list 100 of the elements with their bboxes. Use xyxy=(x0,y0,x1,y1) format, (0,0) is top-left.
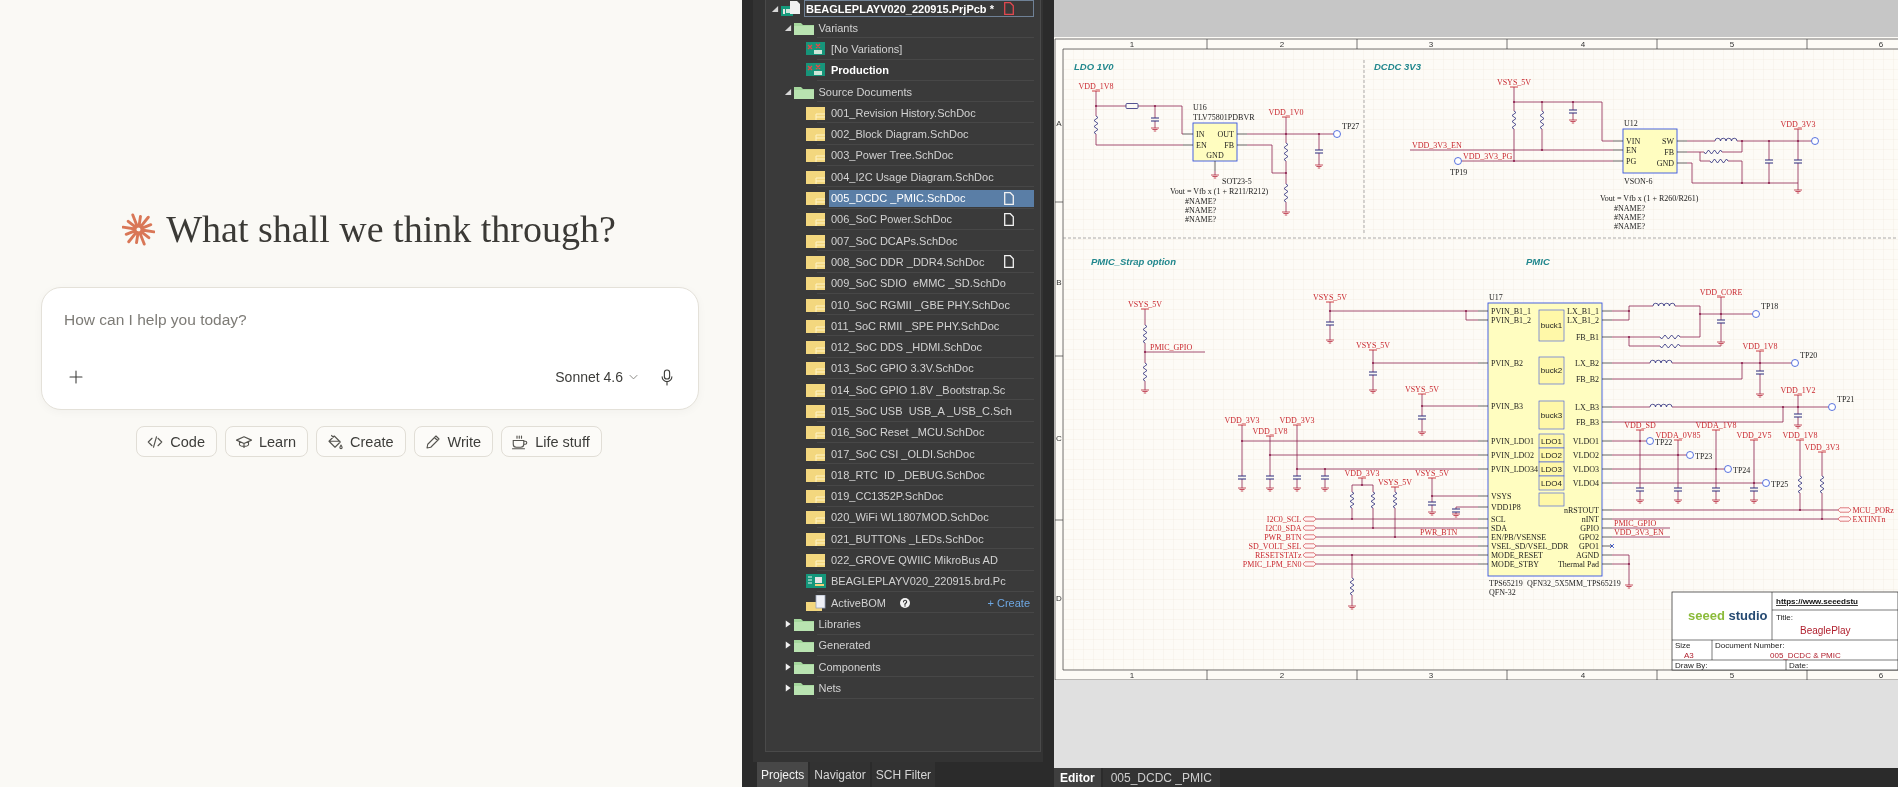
help-icon[interactable] xyxy=(900,597,910,608)
tree-item[interactable]: Variants xyxy=(816,19,1034,37)
tree-item[interactable]: BEAGLEPLAYV020_220915.brd.Pc xyxy=(829,572,1034,590)
tree-item[interactable]: 016_SoC Reset _MCU.SchDoc xyxy=(829,423,1034,441)
panel-tab[interactable]: Projects xyxy=(757,762,809,787)
editor-tab[interactable]: Editor xyxy=(1054,768,1101,787)
zone-label: B xyxy=(1056,278,1062,287)
wire xyxy=(1214,170,1216,176)
suggestion-button[interactable]: Learn xyxy=(224,426,309,457)
tree-item[interactable]: 015_SoC USB USB_A _USB_C.Sch xyxy=(829,402,1034,420)
document-number: 005_DCDC & PMIC xyxy=(1770,651,1841,660)
tree-item[interactable]: 001_Revision History.SchDoc xyxy=(829,104,1034,122)
website-link[interactable]: https://www.seeedstu xyxy=(1776,597,1858,606)
schematic-document-icon xyxy=(806,275,826,292)
tree-item[interactable]: 003_Power Tree.SchDoc xyxy=(829,146,1034,164)
junction-dot xyxy=(1798,508,1802,512)
expand-arrow-icon[interactable] xyxy=(783,683,792,692)
message-input[interactable]: How can I help you today? xyxy=(64,309,678,331)
tree-item[interactable]: 018_RTC ID _DEBUG.SchDoc xyxy=(829,466,1034,484)
resistor-symbol xyxy=(1349,491,1355,509)
tree-item[interactable]: 010_SoC RGMII _GBE PHY.SchDoc xyxy=(829,296,1034,313)
power-net-label: VDD_CORE xyxy=(1699,288,1743,297)
tree-item[interactable]: [No Variations] xyxy=(829,40,1034,58)
create-link[interactable]: + Create xyxy=(987,596,1030,609)
tree-item[interactable]: 002_Block Diagram.SchDoc xyxy=(829,125,1034,143)
tree-item[interactable]: 006_SoC Power.SchDoc xyxy=(829,210,1034,228)
section-title: PMIC_Strap option xyxy=(1091,256,1176,267)
collapse-arrow-icon[interactable] xyxy=(771,4,779,13)
junction-dot xyxy=(1767,139,1771,143)
power-net-label: VDD_3V3 xyxy=(1780,120,1816,129)
resistor-symbol xyxy=(1283,183,1289,203)
editor-tab[interactable]: 005_DCDC _PMIC xyxy=(1102,768,1221,787)
tree-item[interactable]: 009_SoC SDIO eMMC _SD.SchDo xyxy=(829,274,1034,292)
junction-dot xyxy=(1512,159,1516,163)
schematic-document-icon xyxy=(806,530,826,547)
junction-dot xyxy=(1638,439,1642,443)
junction-dot xyxy=(1676,453,1680,457)
ground-symbol xyxy=(1150,127,1160,132)
zone-label: 3 xyxy=(1428,671,1434,680)
schematic-document-icon xyxy=(806,168,826,185)
tree-item[interactable]: 013_SoC GPIO 3.3V.SchDoc xyxy=(829,359,1034,377)
zone-label: 5 xyxy=(1729,40,1735,49)
zone-label: 2 xyxy=(1279,40,1285,49)
collapse-arrow-icon[interactable] xyxy=(783,87,792,96)
tree-item[interactable]: 020_WiFi WL1807MOD.SchDoc xyxy=(829,508,1034,526)
expand-arrow-icon[interactable] xyxy=(783,619,792,628)
model-selector[interactable]: Sonnet 4.6 xyxy=(555,369,638,385)
wire xyxy=(1144,380,1146,391)
tree-item[interactable]: 011_SoC RMII _SPE PHY.SchDoc xyxy=(829,317,1034,335)
ic-chip xyxy=(1182,122,1248,172)
tree-item[interactable]: 007_SoC DCAPs.SchDoc xyxy=(829,232,1034,250)
tree-item[interactable]: 012_SoC DDS _HDMI.SchDoc xyxy=(829,338,1034,356)
tree-item[interactable]: BEAGLEPLAYV020_220915.PrjPcb * xyxy=(804,0,1034,17)
expand-arrow-icon[interactable] xyxy=(783,662,792,671)
pin-label: EN/PB/VSENSE xyxy=(1491,532,1547,542)
tree-item[interactable]: Libraries xyxy=(816,615,1034,633)
panel-tab[interactable]: SCH Filter xyxy=(871,762,936,787)
resistor-symbol xyxy=(1659,343,1681,349)
zone-label: C xyxy=(1056,434,1062,443)
suggestion-button[interactable]: Create xyxy=(316,426,406,457)
port-symbol xyxy=(1837,507,1852,513)
tree-item[interactable]: 022_GROVE QWIIC MikroBus AD xyxy=(829,551,1034,569)
pin-label: Thermal Pad xyxy=(1557,559,1599,569)
paint-bucket-icon xyxy=(326,432,345,451)
tree-item[interactable]: 021_BUTTONs _LEDs.SchDoc xyxy=(829,530,1034,548)
tree-item[interactable]: ActiveBOM xyxy=(829,594,888,612)
tree-item[interactable]: 008_SoC DDR _DDR4.SchDoc xyxy=(829,253,1034,271)
microphone-icon xyxy=(661,368,673,386)
field-caption: Size xyxy=(1675,641,1691,650)
block-label: LDO2 xyxy=(1541,450,1562,460)
tree-item[interactable]: Generated xyxy=(816,636,1034,654)
pin-label: EN xyxy=(1626,145,1637,155)
resistor-symbol xyxy=(1349,577,1355,596)
suggestion-button[interactable]: Life stuff xyxy=(501,426,602,457)
tree-item[interactable]: Production xyxy=(829,61,1034,79)
pin-label: GPO1 xyxy=(1579,541,1599,551)
junction-dot xyxy=(1328,309,1332,313)
power-net-label: VDD_2V5 xyxy=(1736,431,1772,440)
tree-item[interactable]: 017_SoC CSI _OLDI.SchDoc xyxy=(829,445,1034,463)
expand-arrow-icon[interactable] xyxy=(783,641,792,650)
junction-dot xyxy=(1571,100,1575,104)
tree-item[interactable]: 019_CC1352P.SchDoc xyxy=(829,487,1034,505)
tree-item[interactable]: Source Documents xyxy=(816,83,1034,101)
suggestion-button[interactable]: Code xyxy=(136,426,217,457)
pin-label: EN xyxy=(1196,140,1207,150)
panel-tab[interactable]: Navigator xyxy=(810,762,870,787)
tree-item[interactable]: 004_I2C Usage Diagram.SchDoc xyxy=(829,168,1034,186)
suggestion-button[interactable]: Write xyxy=(413,426,494,457)
zone-label: A xyxy=(1056,119,1062,128)
tree-item[interactable]: 014_SoC GPIO 1.8V _Bootstrap.Sc xyxy=(829,381,1034,399)
tree-item[interactable]: Components xyxy=(816,658,1034,676)
collapse-arrow-icon[interactable] xyxy=(783,23,792,32)
test-point-marker xyxy=(1333,130,1341,138)
tree-item[interactable]: Nets xyxy=(816,679,1034,697)
resistor-symbol xyxy=(1283,142,1289,162)
ground-symbol xyxy=(1427,511,1437,516)
wire xyxy=(1285,201,1287,213)
tree-item[interactable]: 005_DCDC _PMIC.SchDoc xyxy=(829,189,1034,207)
resistor-symbol xyxy=(1093,115,1099,135)
sheet-title: BeaglePlay xyxy=(1800,625,1851,636)
